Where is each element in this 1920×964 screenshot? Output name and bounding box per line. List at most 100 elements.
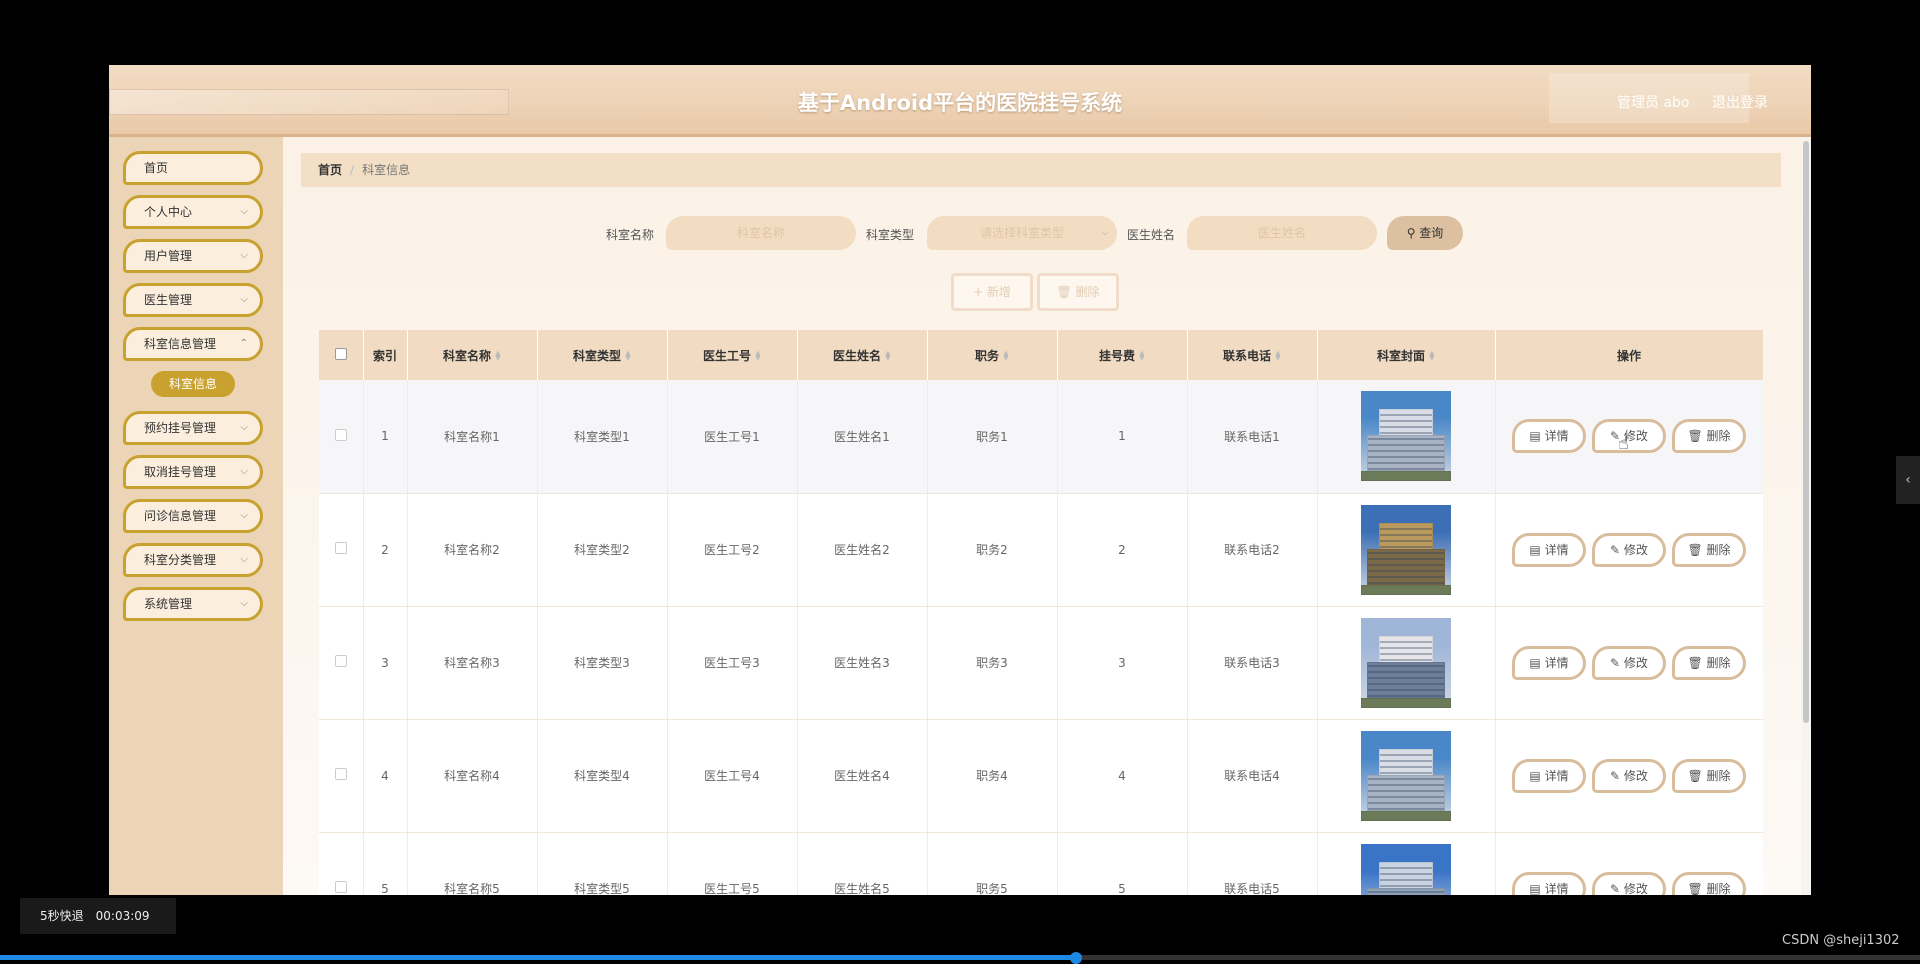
- select-all-cell[interactable]: [319, 330, 364, 380]
- logout-link[interactable]: 退出登录: [1712, 92, 1768, 112]
- table-row[interactable]: 2 科室名称2 科室类型2 医生工号2 医生姓名2 职务2 2 联系电话2 ▤ 详情 ✎ 修改 🗑 …: [319, 493, 1763, 607]
- detail-button[interactable]: ▤ 详情: [1512, 758, 1586, 793]
- delete-label: 删除: [1706, 881, 1731, 896]
- row-checkbox[interactable]: [334, 768, 347, 780]
- sidebar-item-appointment-management[interactable]: 预约挂号管理 ⌵: [123, 411, 263, 445]
- select-all-checkbox[interactable]: [334, 347, 347, 360]
- detail-button[interactable]: ▤ 详情: [1512, 645, 1586, 680]
- col-cover[interactable]: 科室封面 ▲ ▼: [1317, 330, 1496, 380]
- col-phone[interactable]: 联系电话 ▲ ▼: [1187, 330, 1318, 380]
- delete-button[interactable]: 🗑 删除: [1672, 645, 1746, 680]
- cell-doctor-name: 医生姓名2: [797, 493, 928, 607]
- chevron-down-icon: ⌵: [240, 466, 248, 477]
- trash-icon: 🗑: [1687, 655, 1707, 670]
- scrollbar-thumb[interactable]: [1803, 141, 1809, 723]
- progress-knob[interactable]: [1070, 952, 1082, 964]
- sidebar-item-consultation-management[interactable]: 问诊信息管理 ⌵: [123, 499, 263, 533]
- edit-label: 修改: [1623, 542, 1648, 557]
- sidebar-item-personal-center[interactable]: 个人中心 ⌵: [123, 195, 263, 229]
- detail-button[interactable]: ▤ 详情: [1512, 871, 1586, 895]
- row-checkbox[interactable]: [334, 542, 347, 554]
- chevron-left-icon[interactable]: ‹: [1896, 456, 1920, 504]
- row-select-cell[interactable]: [319, 832, 364, 895]
- sort-icon[interactable]: ▲ ▼: [1003, 350, 1009, 362]
- mouse-cursor-icon: ☝: [1618, 433, 1629, 454]
- breadcrumb-home[interactable]: 首页: [318, 163, 342, 177]
- col-doctor-id[interactable]: 医生工号 ▲ ▼: [667, 330, 798, 380]
- delete-label: 删除: [1706, 768, 1731, 783]
- detail-label: 详情: [1544, 542, 1569, 557]
- chevron-down-icon: ⌵: [240, 250, 248, 261]
- add-button[interactable]: + 新增: [951, 273, 1033, 311]
- sort-icon[interactable]: ▲ ▼: [755, 350, 761, 362]
- row-select-cell[interactable]: [319, 493, 364, 607]
- search-icon: ⚲: [1406, 226, 1420, 240]
- delete-button[interactable]: 🗑 删除: [1672, 758, 1746, 793]
- sidebar-item-dept-category-management[interactable]: 科室分类管理 ⌵: [123, 543, 263, 577]
- table-row[interactable]: 3 科室名称3 科室类型3 医生工号3 医生姓名3 职务3 3 联系电话3 ▤ 详情 ✎ 修改 🗑 …: [319, 606, 1763, 720]
- col-dept-type[interactable]: 科室类型 ▲ ▼: [537, 330, 668, 380]
- cell-doctor-name: 医生姓名5: [797, 832, 928, 895]
- col-label: 职务: [974, 348, 999, 363]
- row-select-cell[interactable]: [319, 606, 364, 720]
- edit-button[interactable]: ✎ 修改: [1592, 532, 1666, 567]
- edit-button[interactable]: ✎ 修改: [1592, 871, 1666, 895]
- row-checkbox[interactable]: [334, 428, 347, 441]
- player-progress-bar[interactable]: [0, 952, 1920, 964]
- col-label: 医生工号: [702, 348, 751, 363]
- cell-position: 职务2: [927, 493, 1058, 607]
- query-button[interactable]: ⚲ 查询: [1387, 216, 1463, 250]
- sort-icon[interactable]: ▲ ▼: [1275, 350, 1281, 362]
- vertical-scrollbar[interactable]: [1801, 137, 1811, 895]
- doctor-name-input[interactable]: 医生姓名: [1187, 216, 1377, 250]
- sidebar-item-label: 首页: [144, 161, 169, 175]
- sidebar-item-home[interactable]: 首页: [123, 151, 263, 185]
- player-speed-badge[interactable]: 5秒快退 00:03:09: [20, 898, 176, 934]
- delete-button[interactable]: 🗑 删除: [1672, 871, 1746, 896]
- sort-icon[interactable]: ▲ ▼: [1139, 350, 1145, 362]
- delete-button[interactable]: 🗑 删除: [1672, 419, 1746, 454]
- cell-phone: 联系电话3: [1187, 606, 1318, 720]
- cell-doctor-id: 医生工号2: [667, 493, 798, 607]
- sidebar-item-doctor-management[interactable]: 医生管理 ⌵: [123, 283, 263, 317]
- edit-button[interactable]: ✎ 修改: [1592, 758, 1666, 793]
- sidebar-item-user-management[interactable]: 用户管理 ⌵: [123, 239, 263, 273]
- cell-cover: [1317, 493, 1496, 607]
- batch-delete-button[interactable]: 🗑 删除: [1037, 273, 1119, 311]
- sidebar-item-system-management[interactable]: 系统管理 ⌵: [123, 587, 263, 621]
- sidebar-subitem-dept-info[interactable]: 科室信息: [151, 371, 235, 397]
- cell-fee: 2: [1057, 493, 1188, 607]
- col-position[interactable]: 职务 ▲ ▼: [927, 330, 1058, 380]
- sort-icon[interactable]: ▲ ▼: [495, 350, 501, 362]
- cell-doctor-id: 医生工号3: [667, 606, 798, 720]
- sidebar-item-dept-info-management[interactable]: 科室信息管理 ⌃: [123, 327, 263, 361]
- dept-type-select[interactable]: 请选择科室类型 ⌵: [927, 216, 1117, 250]
- sort-icon[interactable]: ▲ ▼: [1429, 350, 1435, 362]
- row-select-cell[interactable]: [319, 719, 364, 833]
- edit-button[interactable]: ✎ 修改: [1592, 419, 1666, 454]
- row-checkbox[interactable]: [334, 655, 347, 667]
- detail-button[interactable]: ▤ 详情: [1512, 532, 1586, 567]
- col-fee[interactable]: 挂号费 ▲ ▼: [1057, 330, 1188, 380]
- table-row[interactable]: 4 科室名称4 科室类型4 医生工号4 医生姓名4 职务4 4 联系电话4 ▤ 详情 ✎ 修改 🗑 …: [319, 719, 1763, 833]
- table-row[interactable]: 1 科室名称1 科室类型1 医生工号1 医生姓名1 职务1 1 联系电话1 ▤ 详情 ✎ 修改 🗑 …: [319, 380, 1763, 494]
- detail-button[interactable]: ▤ 详情: [1512, 419, 1586, 454]
- sort-icon[interactable]: ▲ ▼: [625, 350, 631, 362]
- pencil-icon: ✎: [1610, 768, 1624, 783]
- table-body: 1 科室名称1 科室类型1 医生工号1 医生姓名1 职务1 1 联系电话1 ▤ 详情 ✎ 修改 🗑 …: [319, 380, 1763, 895]
- table-row[interactable]: 5 科室名称5 科室类型5 医生工号5 医生姓名5 职务5 5 联系电话5 ▤ 详情 ✎ 修改 🗑 …: [319, 832, 1763, 895]
- col-doctor-name[interactable]: 医生姓名 ▲ ▼: [797, 330, 928, 380]
- sidebar-item-cancel-management[interactable]: 取消挂号管理 ⌵: [123, 455, 263, 489]
- cover-image: [1361, 504, 1451, 595]
- dept-name-input[interactable]: 科室名称: [666, 216, 856, 250]
- breadcrumb-current: 科室信息: [362, 163, 411, 177]
- cell-dept-type: 科室类型4: [537, 719, 668, 833]
- col-dept-name[interactable]: 科室名称 ▲ ▼: [407, 330, 538, 380]
- col-label: 联系电话: [1222, 348, 1271, 363]
- row-select-cell[interactable]: [319, 380, 364, 494]
- chevron-down-icon: ⌵: [240, 294, 248, 305]
- delete-button[interactable]: 🗑 删除: [1672, 532, 1746, 567]
- sort-icon[interactable]: ▲ ▼: [885, 350, 891, 362]
- row-checkbox[interactable]: [334, 881, 347, 893]
- edit-button[interactable]: ✎ 修改: [1592, 645, 1666, 680]
